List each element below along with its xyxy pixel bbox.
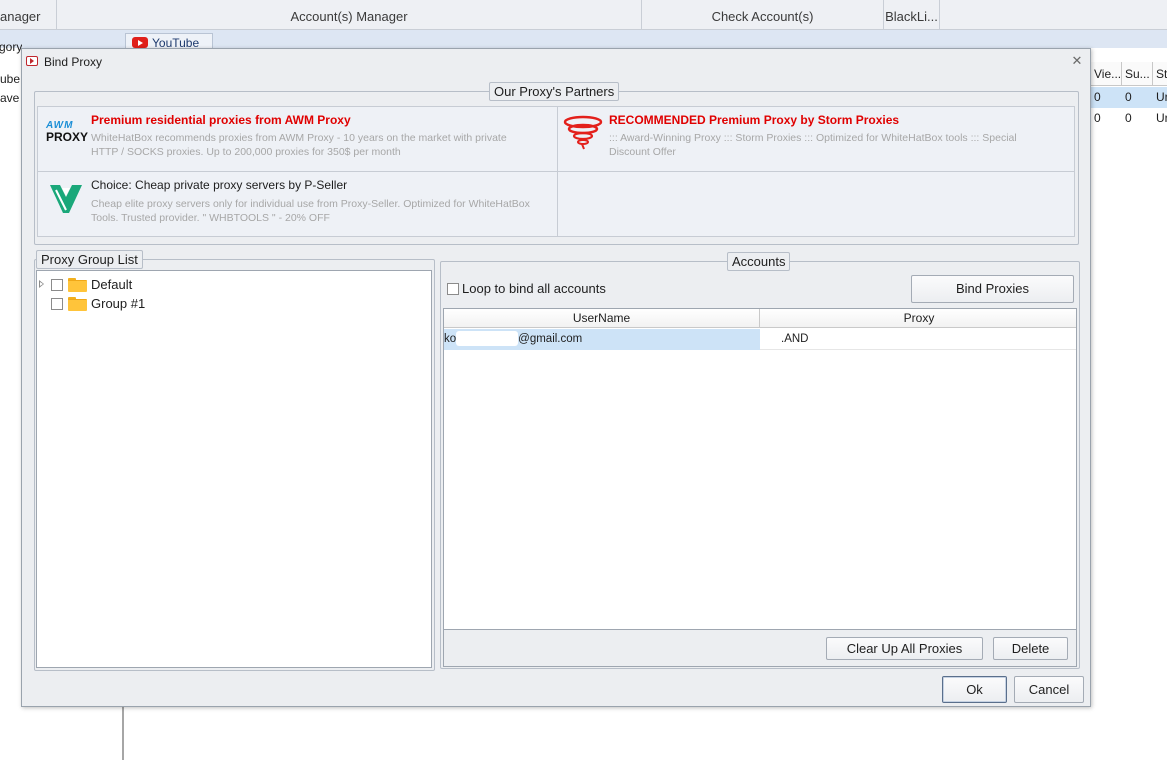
table-cell: Ur	[1156, 90, 1167, 104]
tree-item-label: Default	[91, 277, 133, 292]
folder-icon	[68, 297, 87, 311]
proxy-group-list-group: Proxy Group List Default Group #1	[34, 250, 435, 671]
partner-title[interactable]: RECOMMENDED Premium Proxy by Storm Proxi…	[609, 113, 899, 127]
username-suffix: @gmail.com	[518, 333, 583, 345]
category-item-youtube[interactable]: ube	[0, 72, 20, 86]
table-cell: Ur	[1156, 111, 1167, 125]
awm-proxy-logo: AWM PROXY	[46, 121, 89, 145]
column-username[interactable]: UserName	[444, 309, 760, 328]
close-icon[interactable]: ✕	[1070, 54, 1084, 68]
partner-awm-proxy[interactable]: AWM PROXY Premium residential proxies fr…	[38, 107, 557, 171]
partner-description: Cheap elite proxy servers only for indiv…	[91, 198, 530, 224]
accounts-table[interactable]: UserName Proxy ko @gmail.com .AND	[443, 308, 1077, 630]
dialog-title-bar[interactable]: Bind Proxy ✕	[22, 49, 1090, 75]
proxy-group-tree[interactable]: Default Group #1	[36, 270, 432, 668]
expand-arrow-icon[interactable]	[39, 280, 44, 288]
delete-button[interactable]: Delete	[993, 637, 1068, 660]
proxy-seller-logo	[50, 185, 82, 213]
column-views[interactable]: Vie...	[1091, 62, 1122, 86]
column-subscribers[interactable]: Su...	[1122, 62, 1153, 86]
table-cell: 0	[1094, 111, 1101, 125]
table-cell: 0	[1094, 90, 1101, 104]
tree-item-default[interactable]: Default	[37, 275, 431, 295]
category-label: gory	[0, 40, 23, 54]
redacted-text	[456, 331, 519, 347]
partners-legend: Our Proxy's Partners	[489, 82, 620, 101]
tab-youtube[interactable]: YouTube	[125, 33, 213, 49]
bind-proxy-dialog: Bind Proxy ✕ Our Proxy's Partners AWM PR…	[21, 48, 1091, 707]
partner-storm-proxies[interactable]: RECOMMENDED Premium Proxy by Storm Proxi…	[558, 107, 1074, 171]
accounts-footer: Clear Up All Proxies Delete	[443, 630, 1077, 667]
loop-label: Loop to bind all accounts	[462, 281, 606, 296]
accounts-legend: Accounts	[727, 252, 791, 271]
partners-grid: AWM PROXY Premium residential proxies fr…	[37, 106, 1075, 237]
partner-description: WhiteHatBox recommends proxies from AWM …	[91, 132, 507, 158]
main-tab-bar: anager Account(s) Manager Check Account(…	[0, 0, 1167, 30]
tree-item-label: Group #1	[91, 296, 146, 311]
partner-title[interactable]: Choice: Cheap private proxy servers by P…	[91, 178, 347, 192]
youtube-icon	[132, 37, 148, 49]
tab-check-accounts[interactable]: Check Account(s)	[642, 0, 884, 30]
table-cell: 0	[1125, 90, 1132, 104]
awm-logo-bottom: PROXY	[46, 130, 89, 144]
group-checkbox[interactable]	[51, 298, 63, 310]
folder-icon	[68, 278, 87, 292]
category-item-save[interactable]: ave	[0, 91, 19, 105]
loop-checkbox[interactable]	[447, 283, 459, 295]
dialog-title: Bind Proxy	[44, 55, 103, 69]
partner-proxy-seller[interactable]: Choice: Cheap private proxy servers by P…	[38, 172, 557, 236]
bind-proxies-button[interactable]: Bind Proxies	[911, 275, 1074, 303]
clear-all-proxies-button[interactable]: Clear Up All Proxies	[826, 637, 983, 660]
table-cell: 0	[1125, 111, 1132, 125]
group-checkbox[interactable]	[51, 279, 63, 291]
app-root: anager Account(s) Manager Check Account(…	[0, 0, 1167, 760]
tab-manager[interactable]: anager	[0, 0, 57, 30]
column-status[interactable]: St	[1153, 62, 1167, 86]
column-proxy[interactable]: Proxy	[760, 309, 1076, 328]
partners-group: Our Proxy's Partners AWM PROXY Premium r…	[34, 82, 1079, 245]
proxy-group-list-legend: Proxy Group List	[36, 250, 143, 269]
storm-proxies-logo	[563, 115, 603, 150]
partner-description: ::: Award-Winning Proxy ::: Storm Proxie…	[609, 132, 1017, 158]
partner-title[interactable]: Premium residential proxies from AWM Pro…	[91, 113, 351, 127]
tab-accounts-manager[interactable]: Account(s) Manager	[57, 0, 642, 30]
youtube-app-icon	[26, 56, 38, 66]
tree-item-group-1[interactable]: Group #1	[37, 295, 431, 315]
proxy-cell[interactable]: .AND	[760, 329, 1076, 350]
ok-button[interactable]: Ok	[942, 676, 1007, 703]
username-prefix: ko	[444, 333, 457, 345]
accounts-group: Accounts Loop to bind all accounts Bind …	[440, 252, 1080, 669]
username-cell[interactable]: ko @gmail.com	[444, 329, 760, 350]
cancel-button[interactable]: Cancel	[1014, 676, 1084, 703]
tab-blacklist[interactable]: BlackLi...	[884, 0, 940, 30]
